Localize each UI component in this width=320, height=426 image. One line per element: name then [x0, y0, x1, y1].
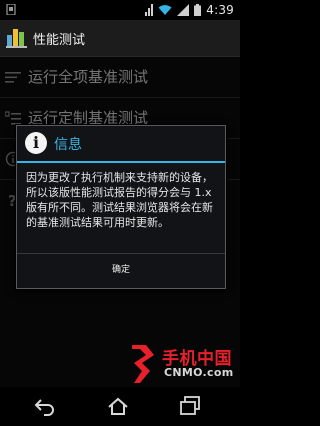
action-bar: 性能测试	[0, 20, 240, 57]
cell-signal-icon	[177, 4, 190, 16]
notification-icon	[6, 4, 16, 15]
cnmo-logo-icon	[132, 345, 154, 383]
benchmark-bars-icon[interactable]	[6, 26, 28, 48]
clock: 4:39	[206, 3, 234, 17]
ok-button[interactable]: 确定	[17, 254, 225, 287]
navigation-bar	[0, 387, 240, 426]
info-dialog: i 信息 因为更改了执行机制来支持新的设备，所以该版性能测试报告的得分会与 1.…	[16, 125, 226, 289]
dialog-title-divider	[17, 161, 225, 163]
dialog-message: 因为更改了执行机制来支持新的设备，所以该版性能测试报告的得分会与 1.x 版有所…	[26, 171, 213, 229]
battery-icon	[194, 4, 202, 16]
back-icon[interactable]	[33, 395, 57, 417]
recents-icon[interactable]	[178, 395, 202, 417]
watermark-domain: CNMO.com	[164, 366, 234, 379]
status-icons: 4:39	[145, 2, 234, 18]
info-icon: i	[25, 132, 47, 154]
wifi-icon	[158, 5, 172, 15]
signal-icon	[145, 4, 154, 16]
cnmo-watermark: 手机中国 CNMO.com	[128, 341, 238, 389]
status-bar: 4:39	[0, 0, 240, 20]
dialog-header: i 信息	[17, 126, 225, 161]
dialog-title: 信息	[54, 137, 82, 153]
screen: 4:39 性能测试 运行全项基准测试 运行定制基准测试 ? i 信息 因为更改了…	[0, 0, 240, 426]
app-title: 性能测试	[33, 33, 86, 48]
home-icon[interactable]	[106, 395, 130, 417]
